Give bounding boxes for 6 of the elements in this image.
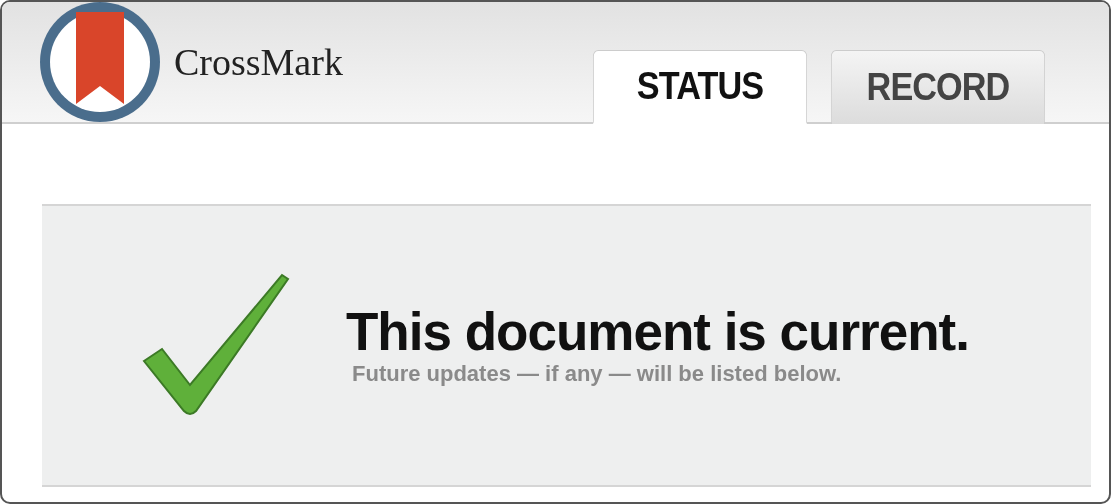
tab[interactable]: RECORD [830, 50, 1046, 124]
tab[interactable]: STATUS [592, 50, 808, 124]
status-title: This document is current. [346, 303, 969, 362]
status-subtitle: Future updates — if any — will be listed below. [351, 361, 843, 388]
logo-text: CrossMark [174, 39, 343, 85]
check-mark-icon [140, 273, 290, 418]
